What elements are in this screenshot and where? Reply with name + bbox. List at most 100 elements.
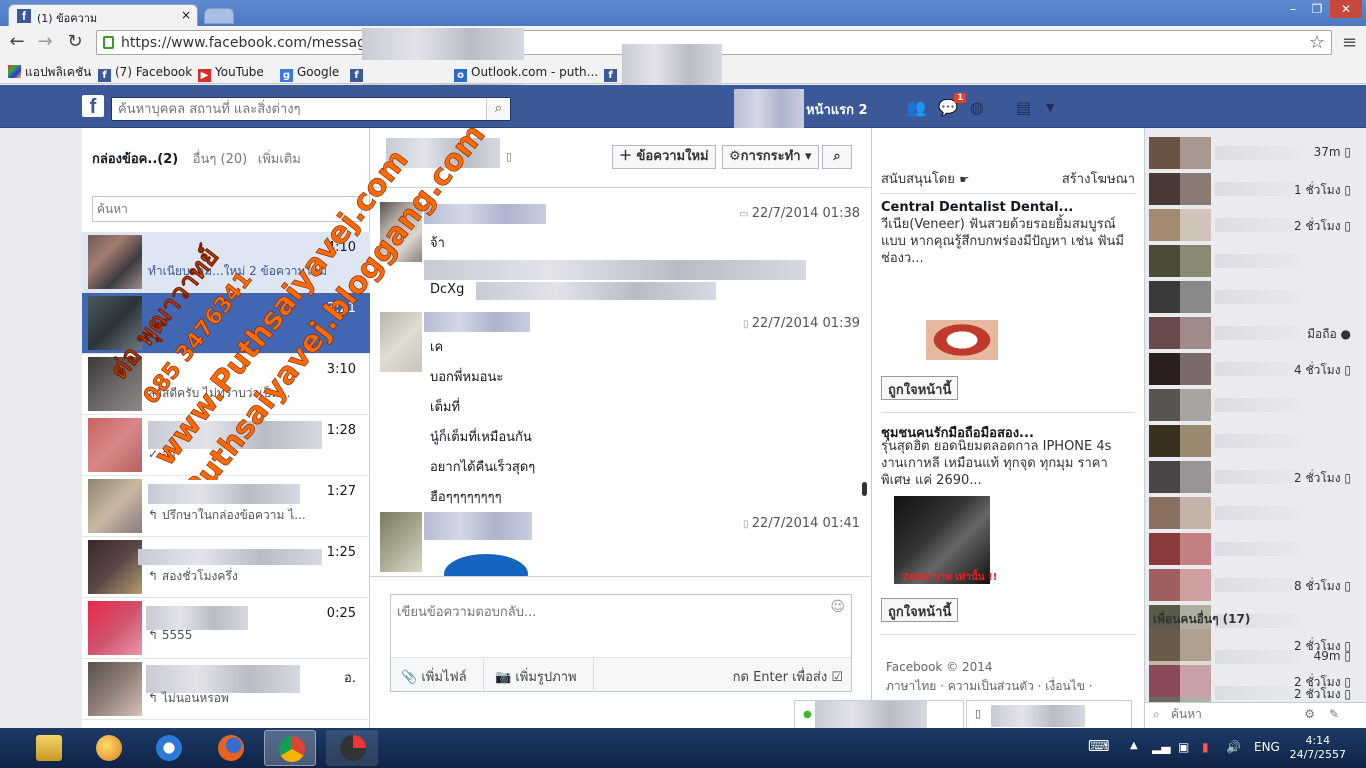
ie-taskbar-icon[interactable] bbox=[142, 730, 194, 766]
bookmark-star-icon[interactable]: ☆ bbox=[1309, 32, 1325, 53]
tray-arrow-icon[interactable]: ▲ bbox=[1130, 740, 1138, 751]
message-group: ▯ 22/7/2014 01:39 เค บอกพี่หมอนะ เต็มที่… bbox=[380, 312, 860, 505]
account-chevron-down-icon[interactable]: ▼ bbox=[1046, 101, 1054, 114]
explorer-taskbar-icon[interactable] bbox=[22, 730, 74, 766]
emoji-icon[interactable]: ☺ bbox=[830, 599, 845, 615]
chat-search[interactable]: ⌕ ⚙ ✎ bbox=[1145, 702, 1366, 728]
redacted-friend-name bbox=[1215, 362, 1305, 376]
chat-friend-item[interactable] bbox=[1149, 388, 1363, 422]
chat-friend-item[interactable] bbox=[1149, 496, 1363, 530]
more-tab[interactable]: เพิ่มเติม bbox=[258, 152, 301, 167]
gear-icon[interactable]: ⚙ bbox=[1304, 707, 1315, 721]
inbox-search[interactable] bbox=[92, 196, 362, 222]
inbox-tab[interactable]: กล่องข้อค.. bbox=[92, 152, 157, 167]
bookmark-apps[interactable]: แอปพลิเคชัน bbox=[8, 63, 91, 81]
chat-friend-item[interactable]: 8 ชั่วโมง ▯ bbox=[1149, 568, 1363, 602]
chat-friend-item[interactable]: 1 ชั่วโมง ▯ bbox=[1149, 172, 1363, 206]
bookmark-facebook[interactable]: f (7) Facebook bbox=[98, 63, 192, 82]
bookmark-facebook-2[interactable]: f bbox=[350, 63, 367, 82]
thread-item[interactable]: 3:10 สวัสดีครับ ไม่ทราบว่าเป็น... bbox=[82, 354, 370, 415]
ad-title[interactable]: Central Dentalist Dental... bbox=[881, 200, 1073, 215]
thread-item[interactable]: 1:28 ✓ จ้า bbox=[82, 415, 370, 476]
tab-close-icon[interactable]: × bbox=[181, 8, 191, 22]
friend-requests-icon[interactable]: 👥 bbox=[906, 98, 926, 117]
chat-friend-item[interactable]: 2 ชั่วโมง ▯ bbox=[1149, 208, 1363, 242]
back-icon[interactable]: ← bbox=[6, 31, 28, 53]
browser-tab-messages[interactable]: f (1) ข้อความ × bbox=[8, 4, 198, 26]
chat-friend-item[interactable]: 2 ชั่วโมง ▯ bbox=[1149, 664, 1363, 698]
like-page-button[interactable]: ถูกใจหน้านี้ bbox=[881, 376, 959, 400]
notification-badge: 1 bbox=[954, 93, 967, 103]
chat-tab[interactable]: ▯ bbox=[966, 700, 1132, 728]
thread-snippet: ทำเนียบกลุ่ม...ใหม่ 2 ข้อความใหม่ bbox=[148, 264, 328, 278]
battery-icon[interactable]: ▮ bbox=[1202, 740, 1209, 754]
firefox-taskbar-icon[interactable] bbox=[204, 730, 256, 766]
conversation-search-icon[interactable]: ⌕ bbox=[822, 145, 852, 169]
paint-taskbar-icon[interactable] bbox=[82, 730, 134, 766]
chat-tab[interactable]: ● bbox=[794, 700, 964, 729]
friend-status: มือถือ ● bbox=[1307, 327, 1351, 341]
facebook-search[interactable]: ⌕ bbox=[111, 97, 511, 121]
thread-item-selected[interactable]: 3:21 bbox=[82, 293, 370, 354]
signal-icon[interactable]: ▂▄ bbox=[1152, 740, 1170, 754]
facebook-logo-icon[interactable]: f bbox=[82, 95, 104, 118]
home-link[interactable]: หน้าแรก 2 bbox=[806, 99, 868, 120]
maximize-icon[interactable]: ❐ bbox=[1306, 0, 1328, 18]
chat-friend-item[interactable]: 2 ชั่วโมง ▯ bbox=[1149, 628, 1363, 662]
bookmark-google[interactable]: g Google bbox=[280, 63, 339, 82]
conversation-scrollbar[interactable] bbox=[862, 482, 867, 496]
chat-friend-item[interactable] bbox=[1149, 244, 1363, 278]
profile-avatar-redacted[interactable] bbox=[734, 89, 804, 133]
add-photo-button[interactable]: 📷 เพิ่มรูปภาพ bbox=[495, 666, 577, 687]
chat-friend-item[interactable] bbox=[1149, 280, 1363, 314]
forward-icon[interactable]: → bbox=[34, 31, 56, 53]
chat-friend-item[interactable]: 4 ชั่วโมง ▯ bbox=[1149, 352, 1363, 386]
thread-item[interactable]: 1:25 ↰ สองชั่วโมงครึ่ง bbox=[82, 537, 370, 598]
avatar bbox=[88, 540, 142, 594]
facebook-search-input[interactable] bbox=[112, 98, 482, 120]
thread-item[interactable]: 1:27 ↰ ปรึกษาในกล่องข้อความ ไ... bbox=[82, 476, 370, 537]
other-tab[interactable]: อื่นๆ (20) bbox=[193, 152, 248, 167]
chat-friend-item[interactable]: มือถือ ● bbox=[1149, 316, 1363, 350]
notifications-globe-icon[interactable]: ◍ bbox=[970, 98, 984, 117]
compose-icon[interactable]: ✎ bbox=[1329, 707, 1339, 721]
chat-friend-item[interactable]: 2 ชั่วโมง ▯ bbox=[1149, 460, 1363, 494]
chrome-menu-icon[interactable]: ≡ bbox=[1342, 32, 1357, 53]
new-message-button[interactable]: ＋ ข้อความใหม่ bbox=[612, 145, 716, 169]
bookmark-youtube[interactable]: ▶ YouTube bbox=[198, 63, 264, 82]
new-tab-button[interactable] bbox=[204, 8, 234, 24]
chat-search-input[interactable] bbox=[1171, 707, 1291, 721]
close-window-icon[interactable]: ✕ bbox=[1330, 0, 1362, 18]
search-icon[interactable]: ⌕ bbox=[486, 98, 510, 120]
enter-to-send-toggle[interactable]: กด Enter เพื่อส่ง ☑ bbox=[733, 666, 843, 687]
chat-friend-item[interactable]: 37m ▯ bbox=[1149, 136, 1363, 170]
like-page-button[interactable]: ถูกใจหน้านี้ bbox=[881, 598, 959, 622]
network-icon[interactable]: ▣ bbox=[1178, 740, 1189, 754]
ad-image-smile[interactable] bbox=[926, 320, 998, 360]
actions-button[interactable]: ⚙การกระทำ ▾ bbox=[722, 145, 819, 169]
clock[interactable]: 4:14 24/7/2557 bbox=[1290, 734, 1346, 762]
create-ad-link[interactable]: สร้างโฆษณา bbox=[1062, 168, 1135, 189]
thread-item[interactable]: อ. ↰ ไม่นอนหรอพ bbox=[82, 659, 370, 720]
footer-links[interactable]: ภาษาไทย · ความเป็นส่วนตัว · เงื่อนไข · bbox=[886, 677, 1136, 696]
chrome-taskbar-icon[interactable] bbox=[264, 730, 316, 766]
thread-item[interactable]: 4:10 ทำเนียบกลุ่ม...ใหม่ 2 ข้อความใหม่ bbox=[82, 232, 370, 293]
minimize-icon[interactable]: – bbox=[1282, 0, 1304, 18]
chat-friend-item[interactable] bbox=[1149, 424, 1363, 458]
keyboard-icon[interactable]: ⌨ bbox=[1088, 737, 1110, 755]
volume-icon[interactable]: 🔊 bbox=[1226, 740, 1241, 754]
thread-item[interactable]: 0:25 ↰ 5555 bbox=[82, 598, 370, 659]
app-taskbar-icon[interactable] bbox=[326, 730, 378, 766]
bookmark-facebook-3[interactable]: f bbox=[604, 63, 621, 82]
chat-friend-item[interactable] bbox=[1149, 532, 1363, 566]
inbox-search-input[interactable] bbox=[93, 197, 361, 221]
reply-textarea[interactable] bbox=[391, 595, 851, 655]
reload-icon[interactable]: ↻ bbox=[64, 31, 86, 53]
privacy-shortcuts-icon[interactable]: ▤ bbox=[1016, 98, 1031, 117]
bookmark-outlook[interactable]: o Outlook.com - puth... bbox=[454, 63, 598, 82]
add-file-button[interactable]: 📎 เพิ่มไฟล์ bbox=[401, 666, 467, 687]
mobile-icon: ▯ bbox=[743, 319, 752, 330]
avatar bbox=[1149, 665, 1211, 697]
outlook-icon: o bbox=[454, 69, 467, 82]
language-indicator[interactable]: ENG bbox=[1254, 740, 1280, 754]
